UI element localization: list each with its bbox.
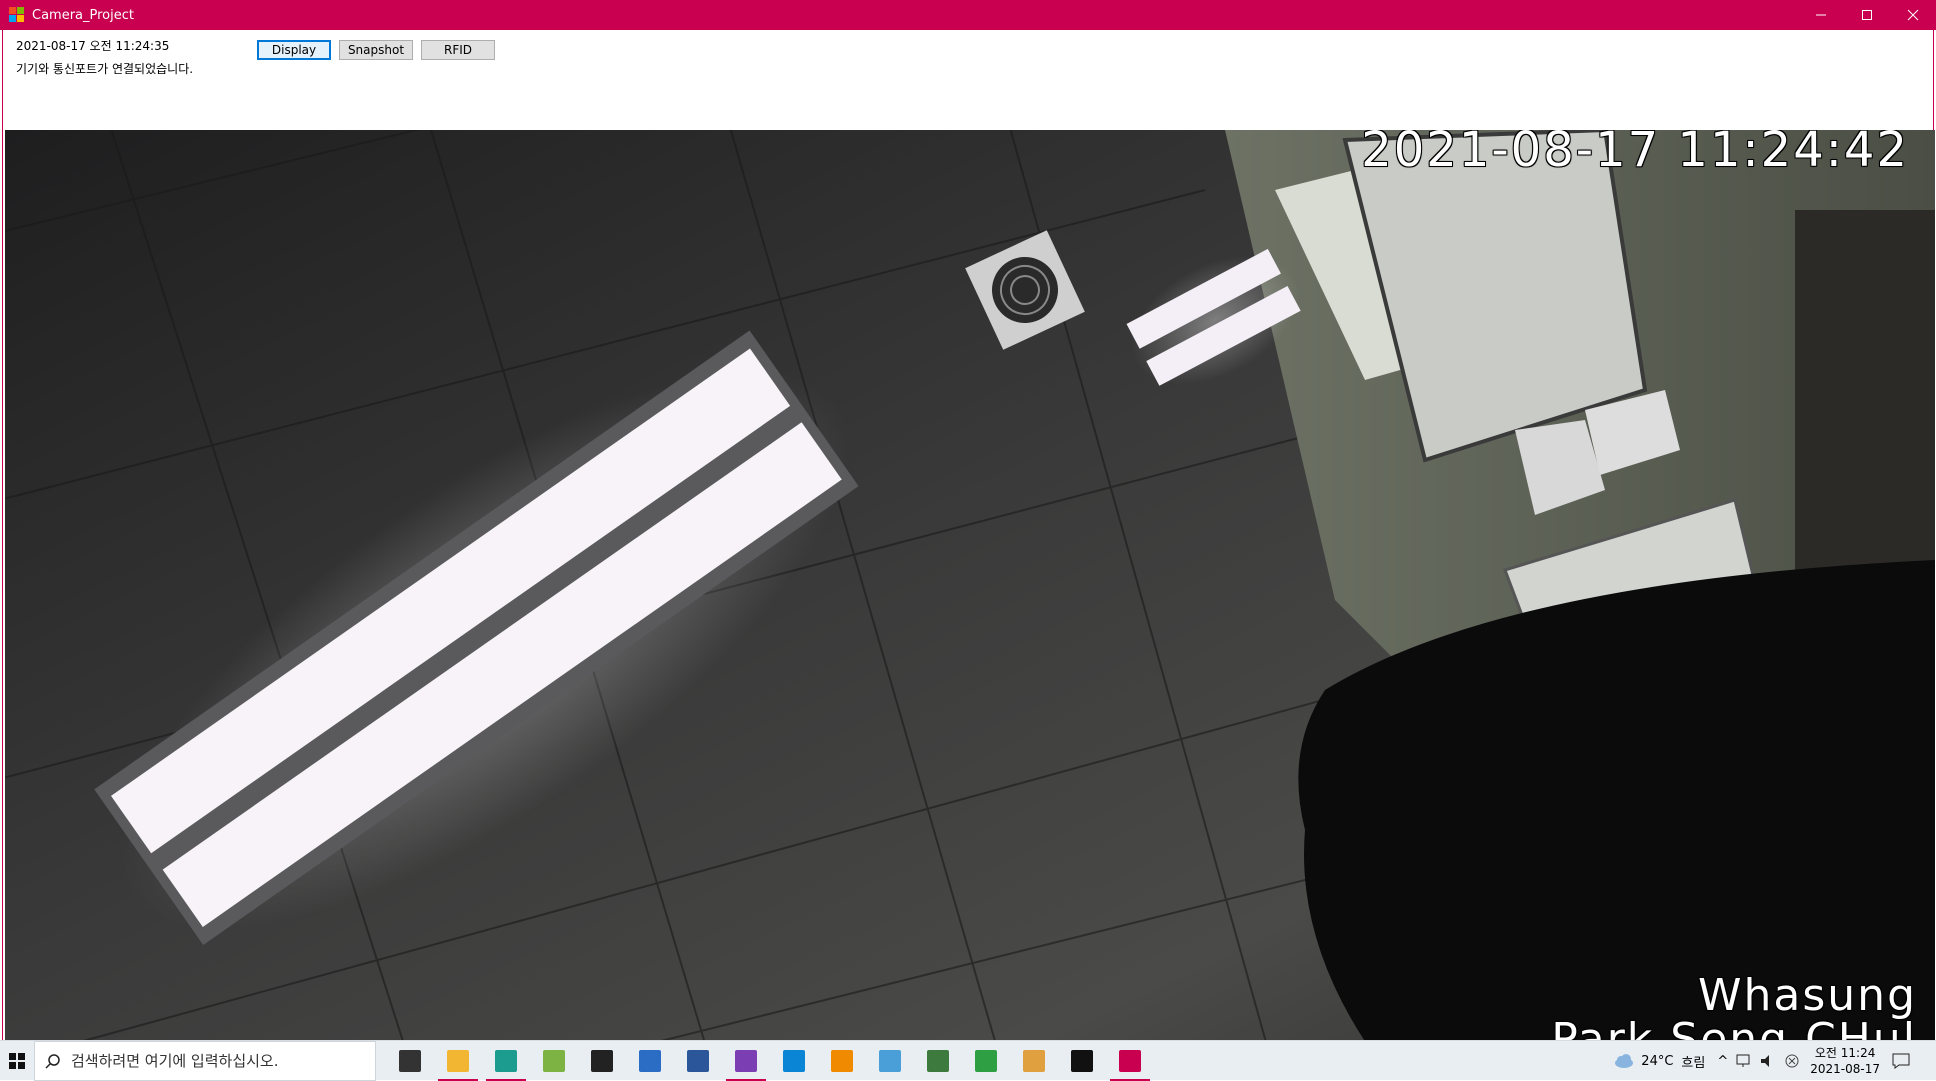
camera-timestamp: 2021-08-17 11:24:42 (1361, 130, 1909, 178)
taskbar-apps (386, 1041, 1154, 1081)
excel-like-icon (975, 1049, 997, 1072)
taskbar-app-camera-project-taskbar[interactable] (1106, 1041, 1154, 1081)
camera-project-taskbar-icon (1119, 1049, 1141, 1072)
maximize-icon (1862, 10, 1872, 20)
powershell-icon (639, 1049, 661, 1072)
notepad-plus-icon (543, 1049, 565, 1072)
word-icon (687, 1049, 709, 1072)
window-title: Camera_Project (32, 7, 134, 23)
taskbar-app-sticky-notes[interactable] (578, 1041, 626, 1081)
taskbar-app-terminal[interactable] (1058, 1041, 1106, 1081)
hs-app-icon (927, 1049, 949, 1072)
minimize-icon (1816, 14, 1826, 16)
camera-view: 2021-08-17 11:24:42 Whasung Park Seng CH… (5, 130, 1935, 1070)
taskbar-app-visual-studio[interactable] (722, 1041, 770, 1081)
taskbar-app-file-explorer[interactable] (434, 1041, 482, 1081)
start-button[interactable] (0, 1041, 34, 1081)
edge-icon (495, 1049, 517, 1072)
terminal-icon (1071, 1049, 1093, 1072)
volume-icon[interactable] (1760, 1054, 1776, 1068)
taskbar-app-folder-tool[interactable] (1010, 1041, 1058, 1081)
status-message: 기기와 통신포트가 연결되었습니다. (16, 62, 194, 76)
search-box[interactable]: 검색하려면 여기에 입력하십시오. (34, 1040, 376, 1081)
status-icon[interactable] (1784, 1053, 1800, 1069)
network-icon[interactable] (1736, 1054, 1752, 1068)
notification-icon[interactable] (1892, 1053, 1910, 1069)
close-icon (1907, 9, 1919, 21)
taskbar-app-network-tool[interactable] (866, 1041, 914, 1081)
title-bar: Camera_Project (0, 0, 1936, 30)
maximize-button[interactable] (1844, 0, 1890, 30)
client-area: 2021-08-17 오전 11:24:35 기기와 통신포트가 연결되었습니다… (2, 30, 1935, 1070)
taskbar-app-powershell[interactable] (626, 1041, 674, 1081)
clock-date: 2021-08-17 (1810, 1062, 1880, 1076)
camera-feed-image (5, 130, 1935, 1070)
cloud-icon (1615, 1054, 1634, 1068)
taskbar-app-vlc[interactable] (818, 1041, 866, 1081)
vscode-icon (783, 1049, 805, 1072)
chevron-up-icon[interactable]: ^ (1717, 1054, 1728, 1069)
clock[interactable]: 오전 11:24 2021-08-17 (1810, 1045, 1880, 1077)
weather-desc: 흐림 (1681, 1055, 1706, 1071)
taskbar-app-hs-app[interactable] (914, 1041, 962, 1081)
search-placeholder: 검색하려면 여기에 입력하십시오. (71, 1052, 279, 1070)
search-icon (45, 1053, 60, 1069)
taskbar-app-task-view[interactable] (386, 1041, 434, 1081)
app-icon (9, 7, 25, 23)
vlc-icon (831, 1049, 853, 1072)
system-tray: 24°C 흐림 ^ 오전 11:24 2021-08-17 (1613, 1041, 1936, 1081)
taskbar-app-edge[interactable] (482, 1041, 530, 1081)
status-datetime: 2021-08-17 오전 11:24:35 (16, 39, 170, 53)
display-button[interactable]: Display (257, 40, 331, 60)
close-button[interactable] (1890, 0, 1936, 30)
network-tool-icon (879, 1049, 901, 1072)
snapshot-button[interactable]: Snapshot (339, 40, 413, 60)
weather-widget[interactable]: 24°C 흐림 (1613, 1052, 1705, 1071)
sticky-notes-icon (591, 1049, 613, 1072)
file-explorer-icon (447, 1049, 469, 1072)
taskbar-app-word[interactable] (674, 1041, 722, 1081)
windows-icon (9, 1052, 25, 1069)
taskbar-app-vscode[interactable] (770, 1041, 818, 1081)
taskbar: 검색하려면 여기에 입력하십시오. 24°C 흐림 ^ 오전 11:24 202… (0, 1040, 1936, 1081)
taskbar-app-notepad-plus[interactable] (530, 1041, 578, 1081)
task-view-icon (399, 1049, 421, 1072)
folder-tool-icon (1023, 1049, 1045, 1072)
minimize-button[interactable] (1798, 0, 1844, 30)
clock-time: 오전 11:24 (1814, 1046, 1876, 1060)
weather-temp: 24°C (1641, 1053, 1674, 1069)
rfid-button[interactable]: RFID (421, 40, 495, 60)
taskbar-app-excel-like[interactable] (962, 1041, 1010, 1081)
visual-studio-icon (735, 1049, 757, 1072)
window-controls (1798, 0, 1936, 30)
